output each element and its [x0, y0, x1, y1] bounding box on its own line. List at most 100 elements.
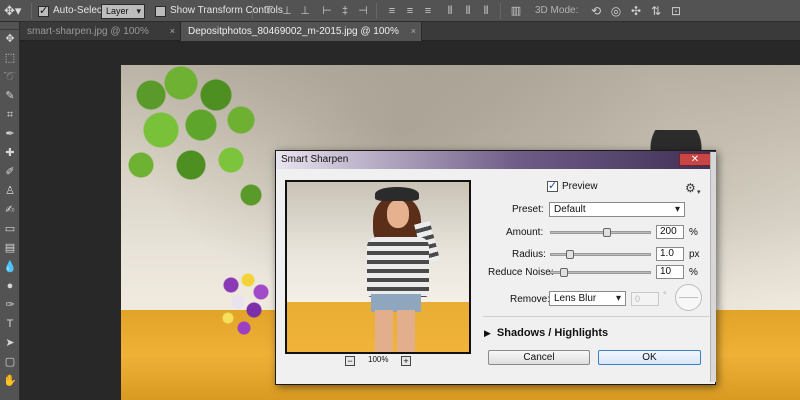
- preview-zoom-controls: − 100% +: [343, 355, 413, 367]
- brush-tool-icon[interactable]: ✐: [0, 163, 20, 182]
- distribute-right-icon[interactable]: ⫴: [479, 4, 493, 18]
- auto-align-layers-icon[interactable]: ▥: [509, 4, 523, 18]
- auto-select-label: Auto-Select:: [53, 5, 108, 16]
- crop-tool-icon[interactable]: ⌗: [0, 106, 20, 125]
- eraser-tool-icon[interactable]: ▭: [0, 220, 20, 239]
- reduce-noise-unit: %: [689, 267, 698, 278]
- auto-select-checkbox[interactable]: [38, 4, 49, 17]
- tools-panel-grip[interactable]: [0, 22, 19, 30]
- radius-slider[interactable]: [550, 250, 651, 259]
- preset-dropdown[interactable]: Default: [549, 202, 685, 217]
- dialog-divider: [483, 316, 709, 317]
- gear-icon[interactable]: ⚙: [685, 181, 696, 195]
- clone-stamp-tool-icon[interactable]: ♙: [0, 182, 20, 201]
- hand-tool-icon[interactable]: ✋: [0, 372, 20, 391]
- preset-label: Preset:: [512, 204, 544, 215]
- move-tool-preset-icon[interactable]: ✥▾: [4, 3, 26, 19]
- options-divider: [376, 3, 377, 19]
- healing-brush-tool-icon[interactable]: ✚: [0, 144, 20, 163]
- type-tool-icon[interactable]: T: [0, 315, 20, 334]
- align-left-icon[interactable]: ⊢: [320, 4, 334, 18]
- preview-hat: [375, 187, 419, 201]
- photo-flowers: [216, 270, 276, 340]
- amount-slider-thumb[interactable]: [603, 228, 611, 237]
- history-brush-tool-icon[interactable]: ✍: [0, 201, 20, 220]
- zoom-level: 100%: [368, 355, 389, 364]
- dialog-title-bar[interactable]: Smart Sharpen ✕: [276, 151, 715, 169]
- cancel-button[interactable]: Cancel: [488, 350, 590, 365]
- angle-dial: [675, 284, 702, 311]
- chevron-down-icon: ▾: [697, 189, 701, 196]
- blur-tool-icon[interactable]: 💧: [0, 258, 20, 277]
- reduce-noise-slider[interactable]: [550, 268, 651, 277]
- preview-shirt: [367, 237, 429, 297]
- align-vertical-center-icon[interactable]: ⊥: [280, 4, 294, 18]
- amount-label: Amount:: [506, 227, 544, 238]
- align-horizontal-center-icon[interactable]: ‡: [338, 4, 352, 18]
- eyedropper-tool-icon[interactable]: ✒: [0, 125, 20, 144]
- tab-close-icon[interactable]: ×: [411, 22, 416, 41]
- radius-slider-thumb[interactable]: [566, 250, 574, 259]
- show-transform-controls-checkbox[interactable]: [155, 6, 166, 17]
- angle-field: 0: [631, 292, 659, 306]
- photo-leaves: [121, 65, 271, 215]
- 3d-slide-icon[interactable]: ⇅: [648, 3, 664, 19]
- radius-label: Radius:: [512, 249, 546, 260]
- amount-slider[interactable]: [550, 228, 651, 237]
- options-divider: [31, 3, 32, 19]
- shadows-highlights-toggle[interactable]: ▶ Shadows / Highlights: [484, 327, 608, 339]
- preview-label: Preview: [562, 181, 598, 192]
- align-bottom-icon[interactable]: ⊥: [298, 4, 312, 18]
- preview-image[interactable]: [285, 180, 471, 354]
- align-right-icon[interactable]: ⊣: [356, 4, 370, 18]
- dialog-close-button[interactable]: ✕: [679, 153, 711, 166]
- distribute-vertical-center-icon[interactable]: ≡: [403, 4, 417, 18]
- options-divider: [252, 3, 253, 19]
- move-tool-icon[interactable]: ✥: [0, 30, 20, 49]
- tab-depositphotos[interactable]: Depositphotos_80469002_m-2015.jpg @ 100%…: [181, 22, 422, 56]
- 3d-rotate-icon[interactable]: ⟲: [588, 3, 604, 19]
- distribute-bottom-icon[interactable]: ≡: [421, 4, 435, 18]
- dodge-tool-icon[interactable]: ●: [0, 277, 20, 296]
- marquee-tool-icon[interactable]: ⬚: [0, 49, 20, 68]
- preview-checkbox[interactable]: [547, 179, 558, 192]
- distribute-top-icon[interactable]: ≡: [385, 4, 399, 18]
- amount-field[interactable]: 200: [656, 225, 684, 239]
- 3d-mode-label: 3D Mode:: [535, 5, 579, 16]
- dialog-title: Smart Sharpen: [281, 154, 349, 165]
- preview-face: [387, 200, 409, 228]
- distribute-left-icon[interactable]: ⫴: [443, 4, 457, 18]
- 3d-scale-icon[interactable]: ⊡: [668, 3, 684, 19]
- remove-label: Remove:: [510, 294, 551, 305]
- smart-sharpen-dialog: Smart Sharpen ✕ − 100% + Preview ⚙ ▾ Pre…: [275, 150, 716, 385]
- document-tab-bar: smart-sharpen.jpg @ 100% (RGB/8) × Depos…: [20, 22, 800, 56]
- remove-dropdown[interactable]: Lens Blur: [549, 291, 626, 306]
- path-selection-tool-icon[interactable]: ➤: [0, 334, 20, 353]
- options-bar: ✥▾ Auto-Select: Layer Show Transform Con…: [0, 0, 800, 22]
- align-top-icon[interactable]: ⊤: [262, 4, 276, 18]
- ok-button[interactable]: OK: [598, 350, 701, 365]
- radius-field[interactable]: 1.0: [656, 247, 684, 261]
- 3d-pan-icon[interactable]: ✣: [628, 3, 644, 19]
- gradient-tool-icon[interactable]: ▤: [0, 239, 20, 258]
- zoom-in-button[interactable]: +: [401, 356, 411, 366]
- shape-tool-icon[interactable]: ▢: [0, 353, 20, 372]
- shadows-highlights-label: Shadows / Highlights: [496, 327, 609, 339]
- tab-smart-sharpen[interactable]: smart-sharpen.jpg @ 100% (RGB/8) ×: [20, 22, 181, 56]
- tab-close-icon[interactable]: ×: [170, 22, 175, 41]
- amount-unit: %: [689, 227, 698, 238]
- reduce-noise-label: Reduce Noise:: [488, 267, 554, 278]
- 3d-roll-icon[interactable]: ◎: [608, 3, 624, 19]
- quick-selection-tool-icon[interactable]: ✎: [0, 87, 20, 106]
- distribute-horizontal-center-icon[interactable]: ⫴: [461, 4, 475, 18]
- preview-legs: [375, 310, 415, 352]
- reduce-noise-field[interactable]: 10: [656, 265, 684, 279]
- reduce-noise-slider-thumb[interactable]: [560, 268, 568, 277]
- pen-tool-icon[interactable]: ✑: [0, 296, 20, 315]
- angle-unit: °: [663, 290, 667, 300]
- lasso-tool-icon[interactable]: ➰: [0, 68, 20, 87]
- tools-panel: ✥ ⬚ ➰ ✎ ⌗ ✒ ✚ ✐ ♙ ✍ ▭ ▤ 💧 ● ✑ T ➤ ▢ ✋: [0, 22, 20, 400]
- zoom-out-button[interactable]: −: [345, 356, 355, 366]
- auto-select-target-dropdown[interactable]: Layer: [101, 4, 145, 19]
- dialog-scroll-edge: [710, 152, 716, 382]
